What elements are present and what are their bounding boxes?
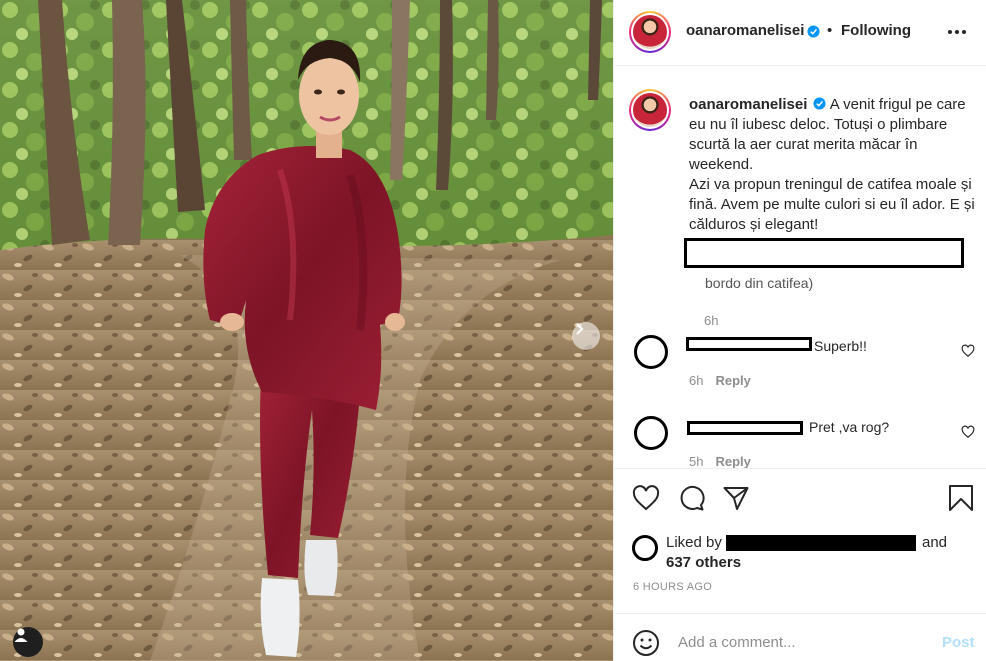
comment-meta: 5h Reply [689,454,751,468]
next-photo-button[interactable] [572,322,600,350]
comment-text: Pret ,va rog? [809,419,890,435]
author-username[interactable]: oanaromanelisei [686,22,804,39]
forest-photo-illustration [0,0,613,661]
comment-item: Pret ,va rog? 5h Reply [634,411,979,468]
liked-by-connector: and [922,534,948,551]
following-button[interactable]: Following [841,22,911,39]
emoji-icon[interactable] [632,629,660,657]
post-header: oanaromanelisei • Following [614,0,986,66]
redaction-box [684,238,964,268]
header-separator: • [827,22,833,39]
redacted-username [686,337,812,351]
heart-icon[interactable] [632,484,660,512]
post-actions: Liked by and 637 others 6 HOURS AGO [614,468,986,613]
tagged-users-button[interactable] [13,627,43,657]
post-timestamp[interactable]: 6 HOURS AGO [633,581,712,593]
liked-by-label: Liked by [666,534,722,551]
comment-item: Superb!! 6h Reply [634,330,979,390]
author-avatar[interactable] [629,11,671,53]
reply-button[interactable]: Reply [715,454,750,468]
caption-author-username[interactable]: oanaromanelisei [689,96,807,113]
add-comment-bar: Post [614,613,986,661]
comment-meta: 6h Reply [689,373,751,388]
comments-list[interactable]: oanaromanelisei A venit frigul pe care e… [614,67,986,468]
verified-badge-icon [813,97,826,110]
post-details-panel: oanaromanelisei • Following oanaromaneli… [613,0,986,661]
redacted-username [687,421,803,435]
like-comment-heart-icon[interactable] [961,344,975,358]
verified-badge-icon [807,25,820,38]
comment-time: 5h [689,454,704,468]
commenter-avatar[interactable] [634,416,668,450]
caption-author-avatar[interactable] [629,89,671,131]
comment-input[interactable] [678,630,928,654]
paper-plane-icon[interactable] [722,484,750,512]
commenter-avatar[interactable] [634,335,668,369]
caption-time: 6h [704,313,719,328]
comment-text: Superb!! [814,338,867,354]
caption-partially-redacted: bordo din catifea) [705,275,814,291]
caption-text: oanaromanelisei A venit frigul pe care e… [689,95,979,235]
post-photo[interactable] [0,0,613,661]
comment-time: 6h [689,373,704,388]
user-tag-icon [14,628,28,642]
caption-paragraph-2: Azi va propun treningul de catifea moale… [689,176,975,233]
more-options-icon[interactable] [948,30,966,34]
bookmark-icon[interactable] [947,484,975,512]
post-comment-button[interactable]: Post [942,634,975,651]
redacted-liker-username [726,535,916,551]
chevron-right-icon [576,323,584,335]
liker-avatar[interactable] [632,535,658,561]
comment-icon[interactable] [677,484,705,512]
likes-count[interactable]: 637 others [666,553,741,573]
reply-button[interactable]: Reply [715,373,750,388]
like-comment-heart-icon[interactable] [961,425,975,439]
